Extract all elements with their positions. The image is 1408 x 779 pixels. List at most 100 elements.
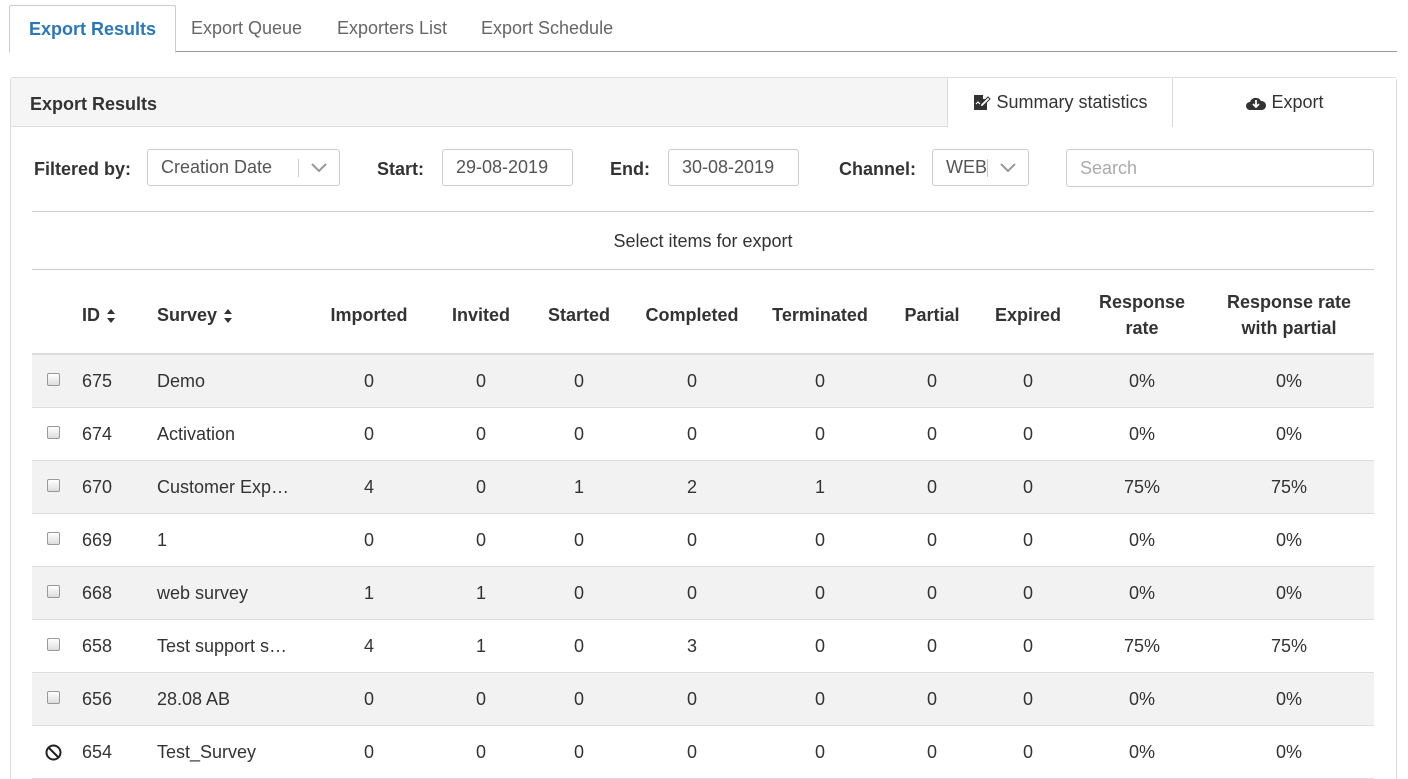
cell-terminated: 0: [814, 371, 825, 391]
row-checkbox[interactable]: [47, 585, 60, 598]
row-checkbox[interactable]: [47, 691, 60, 704]
cell-terminated: 0: [814, 583, 825, 603]
cell-rrp: 0%: [1275, 424, 1302, 444]
column-header-response-rate-partial: Response rate with partial: [1209, 289, 1369, 341]
table-row[interactable]: 668 web survey 1 1 0 0 0 0 0 0% 0%: [32, 567, 1374, 620]
table-row[interactable]: 670 Customer Exp… 4 0 1 2 1 0 0 75% 75%: [32, 461, 1374, 514]
cell-started: 0: [573, 371, 584, 391]
filtered-by-select[interactable]: Creation Date: [147, 149, 340, 186]
select-items-caption: Select items for export: [613, 231, 793, 251]
cell-completed: 0: [686, 371, 697, 391]
end-label: End:: [610, 159, 650, 179]
row-checkbox[interactable]: [47, 638, 60, 651]
cell-rrp: 0%: [1275, 371, 1302, 391]
table-row[interactable]: 656 28.08 AB 0 0 0 0 0 0 0 0% 0%: [32, 673, 1374, 726]
export-label: Export: [1271, 92, 1324, 112]
cell-imported: 0: [363, 424, 374, 444]
cell-expired: 0: [1022, 742, 1033, 762]
table-row[interactable]: 669 1 0 0 0 0 0 0 0 0% 0%: [32, 514, 1374, 567]
row-checkbox[interactable]: [47, 373, 60, 386]
cell-survey: 28.08 AB: [157, 689, 231, 709]
panel-header: Export Results Summary statistics Export: [11, 78, 1396, 127]
row-checkbox[interactable]: [47, 479, 60, 492]
header-line: rate: [1125, 318, 1159, 338]
column-header-response-rate: Response rate: [1082, 289, 1202, 341]
cell-expired: 0: [1022, 371, 1033, 391]
cell-survey: Customer Exp…: [157, 477, 290, 497]
cell-imported: 0: [363, 689, 374, 709]
row-checkbox[interactable]: [47, 532, 60, 545]
column-header-survey[interactable]: Survey: [157, 302, 233, 328]
cell-partial: 0: [926, 424, 937, 444]
cell-terminated: 0: [814, 530, 825, 550]
end-date-input[interactable]: [668, 149, 799, 186]
cell-invited: 0: [475, 371, 486, 391]
cell-id: 670: [82, 477, 113, 497]
cell-imported: 0: [363, 530, 374, 550]
cell-survey: web survey: [157, 583, 249, 603]
column-header-id[interactable]: ID: [82, 302, 116, 328]
start-date-input[interactable]: [442, 149, 573, 186]
cell-partial: 0: [926, 742, 937, 762]
cell-started: 0: [573, 424, 584, 444]
row-checkbox[interactable]: [47, 426, 60, 439]
cell-imported: 4: [363, 636, 374, 656]
cell-rrp: 0%: [1275, 530, 1302, 550]
cell-rrp: 0%: [1275, 689, 1302, 709]
tab-export-queue[interactable]: Export Queue: [191, 5, 302, 52]
cell-completed: 3: [686, 636, 697, 656]
cell-started: 0: [573, 530, 584, 550]
cell-terminated: 0: [814, 742, 825, 762]
channel-value: WEB: [946, 157, 988, 177]
cell-partial: 0: [926, 636, 937, 656]
divider: [32, 211, 1374, 212]
chevron-down-icon: [1000, 163, 1016, 173]
tab-exporters-list[interactable]: Exporters List: [337, 5, 447, 52]
header-line: with partial: [1241, 318, 1337, 338]
chevron-down-icon: [311, 163, 327, 173]
cell-rr: 0%: [1128, 424, 1155, 444]
column-header-started: Started: [547, 305, 610, 325]
cell-id: 658: [82, 636, 113, 656]
cell-rrp: 0%: [1275, 583, 1302, 603]
cell-expired: 0: [1022, 424, 1033, 444]
export-button[interactable]: Export: [1172, 78, 1396, 127]
start-label: Start:: [377, 159, 425, 179]
table-row[interactable]: 658 Test support s… 4 1 0 3 0 0 0 75% 75%: [32, 620, 1374, 673]
cell-partial: 0: [926, 477, 937, 497]
tab-export-results[interactable]: Export Results: [9, 5, 177, 53]
cell-expired: 0: [1022, 583, 1033, 603]
cell-rr: 0%: [1128, 583, 1155, 603]
summary-statistics-button[interactable]: Summary statistics: [947, 78, 1172, 127]
cell-rr: 0%: [1128, 371, 1155, 391]
table-row[interactable]: 674 Activation 0 0 0 0 0 0 0 0% 0%: [32, 408, 1374, 461]
cell-partial: 0: [926, 689, 937, 709]
cell-expired: 0: [1022, 477, 1033, 497]
cell-rr: 75%: [1123, 636, 1161, 656]
table-row[interactable]: 675 Demo 0 0 0 0 0 0 0 0% 0%: [32, 355, 1374, 408]
column-header-partial: Partial: [904, 305, 960, 325]
header-line: Response rate: [1226, 292, 1352, 312]
cell-id: 668: [82, 583, 113, 603]
tab-export-schedule[interactable]: Export Schedule: [481, 5, 613, 52]
cell-completed: 0: [686, 742, 697, 762]
cell-id: 674: [82, 424, 113, 444]
search-input[interactable]: [1066, 149, 1374, 187]
column-header-terminated: Terminated: [772, 305, 868, 325]
cell-imported: 0: [363, 371, 374, 391]
ban-icon: [45, 744, 62, 761]
column-header-completed: Completed: [645, 305, 739, 325]
column-header-label: ID: [82, 305, 100, 325]
cell-rr: 75%: [1123, 477, 1161, 497]
cell-survey: Test support s…: [157, 636, 288, 656]
cell-started: 1: [573, 477, 584, 497]
cell-rr: 0%: [1128, 742, 1155, 762]
cell-invited: 0: [475, 424, 486, 444]
table-row[interactable]: 654 Test_Survey 0 0 0 0 0 0 0 0% 0%: [32, 726, 1374, 779]
column-header-invited: Invited: [451, 305, 510, 325]
cell-invited: 0: [475, 689, 486, 709]
cell-completed: 0: [686, 583, 697, 603]
filtered-by-value: Creation Date: [161, 157, 273, 177]
cell-id: 669: [82, 530, 113, 550]
channel-select[interactable]: WEB: [932, 149, 1029, 186]
